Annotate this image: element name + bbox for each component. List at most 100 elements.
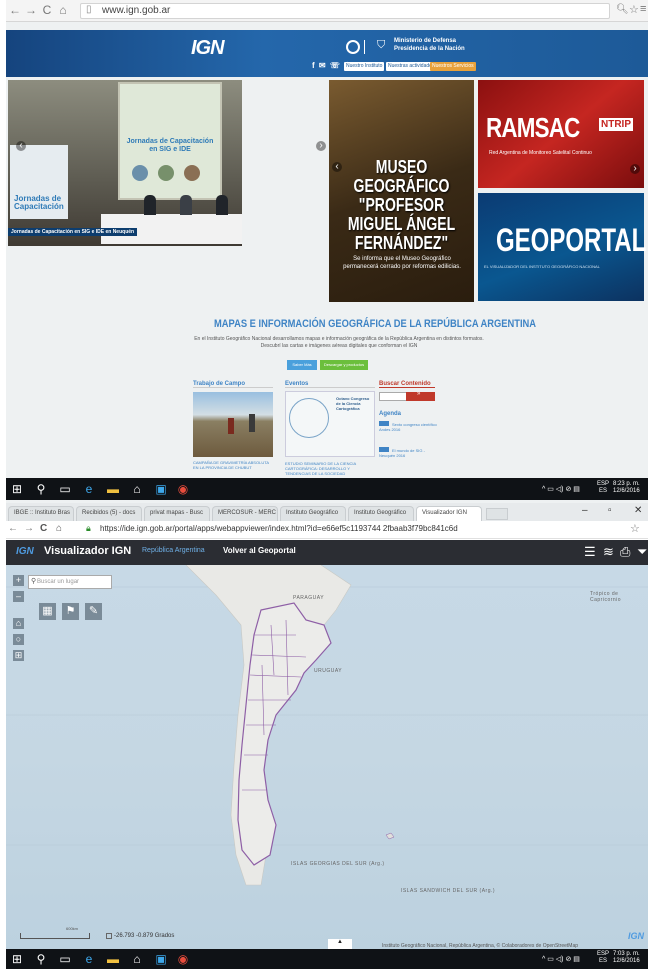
home-extent-button[interactable]: ⌂ [13,618,24,629]
layers-icon[interactable]: ≋ [603,544,614,560]
nuestro-instituto-button[interactable]: Nuestro Instituto [344,62,385,71]
url-text[interactable]: https://ide.ign.gob.ar/portal/apps/webap… [100,524,458,533]
tab-ign-1[interactable]: Instituto Geográfico [280,506,346,521]
lang-code: ESP [597,481,610,487]
nav-volver-geoportal[interactable]: Volver al Geoportal [223,546,296,555]
tab-ibge[interactable]: IBGE :: Instituto Bras [8,506,74,521]
store-icon[interactable]: ⌂ [130,482,144,496]
chrome-icon[interactable]: ◉ [176,952,190,966]
explorer-icon[interactable]: ▬ [106,482,120,496]
zoom-icon[interactable]: 🔍︎ [616,4,629,15]
slide-caption[interactable]: Jornadas de Capacitación en SIG e IDE en… [8,228,138,236]
zoom-in-button[interactable]: + [13,575,24,586]
prev-arrow-icon[interactable]: ‹ [332,162,342,172]
new-tab-button[interactable] [486,508,508,520]
visor-title: Visualizador IGN [44,545,132,557]
list-icon[interactable]: ☰ [584,544,596,560]
globe-outline-icon [289,398,329,438]
reload-icon[interactable]: C [40,523,47,534]
map-graticule [6,565,648,886]
fullscreen-button[interactable]: ⊞ [13,650,24,661]
next-arrow-icon[interactable]: › [630,164,640,174]
label-paraguay: PARAGUAY [293,595,325,601]
museo-title: MUSEO GEOGRÁFICO "PROFESOR MIGUEL ÁNGEL … [347,157,456,253]
home-icon[interactable]: ⌂ [56,523,62,534]
trabajo-campo-heading[interactable]: Trabajo de Campo [193,381,273,388]
task-view-icon[interactable]: ▭ [58,952,72,966]
next-arrow-icon[interactable]: › [316,141,326,151]
print-icon[interactable]: ⎙ [620,544,630,560]
tab-mercosur[interactable]: MERCOSUR - MERC [212,506,278,521]
eventos-heading[interactable]: Eventos [285,381,375,388]
expand-panel-button[interactable]: ▲ [328,939,352,949]
edge-icon[interactable]: e [82,952,96,966]
chrome-icon[interactable]: ◉ [176,482,190,496]
star-icon[interactable]: ☆ [630,522,640,535]
windows-start-icon[interactable]: ⊞ [10,482,24,496]
close-icon[interactable]: ✕ [634,505,642,516]
ntrip-badge: NTRIP [599,118,633,131]
url-text: www.ign.gob.ar [102,5,171,16]
explorer-icon[interactable]: ▬ [106,952,120,966]
star-icon[interactable]: ☆ [629,3,639,16]
back-icon[interactable]: ← [8,3,22,18]
windows-start-icon[interactable]: ⊞ [10,952,24,966]
input-language[interactable]: ESP ES [597,951,609,965]
minimize-icon[interactable]: – [582,505,588,516]
tray-icons[interactable]: ^ ▭ ◁) ⊘ ▤ [542,485,580,493]
prev-arrow-icon[interactable]: ‹ [16,141,26,151]
globe-icon [132,165,148,181]
ign-logo[interactable]: IGN [191,37,225,60]
label-georgias: ISLAS GEORGIAS DEL SUR (Arg.) [291,861,385,867]
filter-icon[interactable]: ⏷ [637,544,647,560]
maximize-icon[interactable]: ▫ [608,505,612,516]
globe-icon [158,165,174,181]
tab-visualizador[interactable]: Visualizador IGN [416,506,482,521]
agenda-heading: Agenda [379,411,402,417]
trabajo-campo-caption[interactable]: CAMPAÑA DE GRAVIMETRÍA ABSOLUTA EN LA PR… [193,460,273,470]
ign-logo[interactable]: IGN [16,546,34,557]
nav-republica-argentina[interactable]: República Argentina [142,547,205,554]
locate-button[interactable]: ○ [13,634,24,645]
saber-mas-button[interactable]: Saber Más [287,360,317,370]
reload-icon[interactable]: C [40,3,54,18]
evento-caption[interactable]: ESTUDIO SEMINARIO DE LA CIENCIA CARTOGRÁ… [285,461,375,476]
descargar-button[interactable]: Descargar y productos [320,360,368,370]
store-icon[interactable]: ⌂ [130,952,144,966]
content-search-button[interactable] [406,392,435,401]
ign-homepage-window: ← → C ⌂ ▯ www.ign.gob.ar 🔍︎ ☆ ≡ IGN ⛉ Mi… [6,0,648,503]
app-icon[interactable]: ▣ [154,952,168,966]
tab-gmail[interactable]: Recibidos (5) - docs [76,506,142,521]
clock[interactable]: 8:23 p. m. 12/6/2016 [613,481,640,495]
forward-icon[interactable]: → [24,523,34,534]
back-icon[interactable]: ← [8,523,18,534]
tab-ign-2[interactable]: Instituto Geográfico [348,506,414,521]
forward-icon[interactable]: → [24,3,38,18]
lang-code-short: ES [599,488,608,494]
visor-ign-window: IBGE :: Instituto Bras Recibidos (5) - d… [6,503,648,969]
agenda-item[interactable]: Sexto congreso científico Andes 2016 [379,421,439,432]
search-icon[interactable]: ⚲ [34,952,48,966]
app-icon[interactable]: ▣ [154,482,168,496]
coords-toggle-icon[interactable] [106,933,112,939]
nuestros-servicios-button[interactable]: Nuestros Servicios [430,62,476,71]
zoom-out-button[interactable]: – [13,591,24,602]
edge-icon[interactable]: e [82,482,96,496]
home-icon[interactable]: ⌂ [56,3,70,18]
basemap-gallery-icon[interactable]: ▦ [39,603,56,620]
map-canvas[interactable] [6,565,648,950]
agenda-item[interactable]: El mundo de SIG - Neuquén 2016 [379,447,439,458]
tray-icons[interactable]: ^ ▭ ◁) ⊘ ▤ [542,955,580,963]
nuestras-actividades-button[interactable]: Nuestras actividades [386,62,437,71]
draw-icon[interactable]: ✎ [85,603,102,620]
menu-icon[interactable]: ≡ [640,3,646,15]
place-search-input[interactable]: Buscar un lugar [28,575,112,589]
measure-icon[interactable]: ⚑ [62,603,79,620]
input-language[interactable]: ESP ES [597,481,609,495]
clock[interactable]: 7:03 p. m. 12/6/2016 [613,951,640,965]
speaker [216,195,228,215]
label-sandwich: ISLAS SANDWICH DEL SUR (Arg.) [401,888,496,894]
tab-google[interactable]: privat mapas - Busc [144,506,210,521]
search-icon[interactable]: ⚲ [34,482,48,496]
task-view-icon[interactable]: ▭ [58,482,72,496]
